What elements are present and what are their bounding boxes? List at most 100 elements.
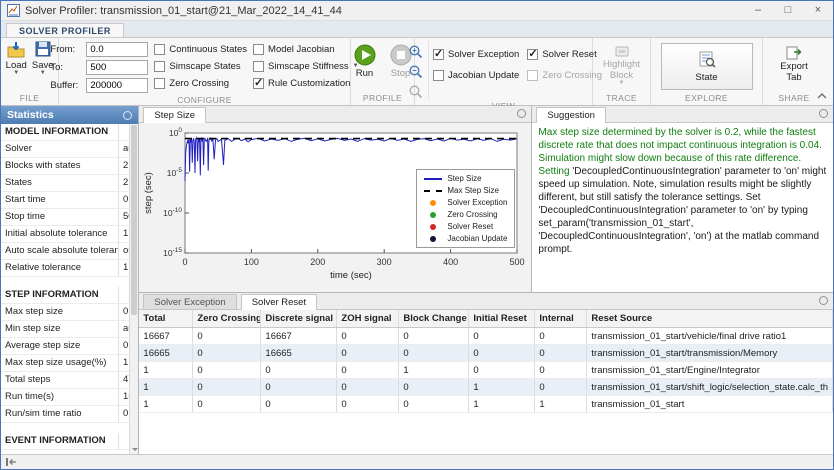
window-title: Solver Profiler: transmission_01_start@2…	[25, 5, 743, 17]
chart-area: 010020030040050010010-510-1010-15time (s…	[139, 123, 531, 292]
maximize-button[interactable]: □	[773, 1, 803, 20]
stats-row[interactable]: Total steps47329	[1, 372, 129, 389]
tab-step-size[interactable]: Step Size	[143, 107, 206, 123]
svg-text:100: 100	[244, 257, 259, 267]
legend-label: Solver Reset	[447, 222, 493, 231]
tab-solver-profiler[interactable]: SOLVER PROFILER	[6, 23, 124, 37]
step-size-panel-menu-icon[interactable]	[517, 109, 526, 118]
statistics-scrollbar[interactable]	[129, 124, 138, 454]
stats-section-header[interactable]: EVENT INFORMATION	[1, 433, 129, 450]
stat-value: on	[119, 243, 129, 259]
fit-view-button[interactable]	[407, 83, 424, 100]
checkbox-view-solver-exception[interactable]: ✓ Solver Exception	[433, 49, 519, 60]
reset-cell: transmission_01_start/vehicle/final driv…	[587, 328, 833, 344]
stat-label: Min step size	[1, 321, 119, 337]
minimize-button[interactable]: –	[743, 1, 773, 20]
svg-text:400: 400	[444, 257, 459, 267]
reset-cell: 0	[399, 328, 469, 344]
stats-row[interactable]: Stop time500	[1, 209, 129, 226]
tab-solver-reset[interactable]: Solver Reset	[241, 294, 317, 310]
checkbox-model-jacobian[interactable]: Model Jacobian	[253, 44, 359, 55]
stats-row[interactable]: Max step size usage(%)1.64	[1, 355, 129, 372]
checkbox-zero-crossing[interactable]: Zero Crossing	[154, 78, 247, 89]
stats-row[interactable]: Run/sim time ratio0.03	[1, 406, 129, 423]
reset-col-header[interactable]: Zero Crossing	[193, 310, 261, 327]
buffer-label: Buffer:	[50, 80, 83, 91]
tab-suggestion[interactable]: Suggestion	[536, 107, 606, 123]
reset-cell: 0	[535, 362, 587, 378]
reset-cell: 0	[193, 396, 261, 412]
stats-row[interactable]: Relative tolerance1.00e-03	[1, 260, 129, 277]
checkbox-rule-customization[interactable]: ✓ Rule Customization	[253, 78, 359, 89]
stat-label: Initial absolute tolerance	[1, 226, 119, 242]
stat-label: Max step size usage(%)	[1, 355, 119, 371]
reset-col-header[interactable]: Block Change	[399, 310, 469, 327]
stats-row[interactable]: Initial absolute tolerance1.00e-06	[1, 226, 129, 243]
to-input[interactable]	[86, 60, 148, 75]
checkbox-label: Solver Reset	[542, 49, 596, 60]
step-size-tabbar: Step Size	[139, 106, 531, 123]
scrollbar-thumb[interactable]	[131, 125, 137, 315]
zoom-out-button[interactable]	[407, 63, 424, 80]
reset-table-row[interactable]: 166670166670000transmission_01_start/veh…	[139, 328, 833, 345]
stat-value: 0	[119, 192, 129, 208]
suggestion-text: Max step size determined by the solver i…	[532, 123, 833, 259]
reset-cell: 1	[139, 396, 193, 412]
stats-row[interactable]: Min step sizeauto	[1, 321, 129, 338]
state-button[interactable]: State	[661, 43, 753, 90]
load-button[interactable]: Load ▼	[4, 41, 29, 92]
reset-table-row[interactable]: 1000010transmission_01_start/shift_logic…	[139, 379, 833, 396]
stats-section-header[interactable]: STEP INFORMATION	[1, 287, 129, 304]
stats-row[interactable]: Average step size0.01	[1, 338, 129, 355]
reset-cell: 0	[399, 396, 469, 412]
reset-table-row[interactable]: 1000100transmission_01_start/Engine/Inte…	[139, 362, 833, 379]
stats-section-header[interactable]: MODEL INFORMATION	[1, 124, 129, 141]
reset-table-row[interactable]: 1000011transmission_01_start	[139, 396, 833, 413]
reset-cell: transmission_01_start/transmission/Memor…	[587, 345, 833, 361]
zoom-out-icon	[408, 64, 423, 79]
state-icon	[698, 51, 716, 69]
reset-cell: 0	[261, 379, 337, 395]
checkbox-box	[154, 61, 165, 72]
suggestion-panel-menu-icon[interactable]	[819, 109, 828, 118]
checkbox-simscape-stiffness[interactable]: Simscape Stiffness ▼	[253, 61, 359, 72]
buffer-input[interactable]	[86, 78, 148, 93]
legend-item: Jacobian Update	[424, 233, 507, 244]
export-tab-button[interactable]: Export Tab	[772, 41, 816, 92]
legend-item: Step Size	[424, 173, 507, 184]
stats-row[interactable]: Run time(s)15.30	[1, 389, 129, 406]
reset-col-header[interactable]: Reset Source	[587, 310, 833, 327]
zoom-in-button[interactable]	[407, 43, 424, 60]
legend-item: Max Step Size	[424, 185, 507, 196]
reset-col-header[interactable]: Initial Reset	[469, 310, 535, 327]
reset-cell: 1	[399, 362, 469, 378]
stats-row[interactable]: Start time0	[1, 192, 129, 209]
checkbox-view-solver-reset[interactable]: ✓ Solver Reset	[527, 49, 602, 60]
window-controls: – □ ×	[743, 1, 833, 20]
run-button[interactable]: Run	[352, 44, 378, 79]
reset-col-header[interactable]: Internal	[535, 310, 587, 327]
reset-cell: 0	[337, 396, 399, 412]
collapse-left-pane-icon[interactable]	[5, 457, 17, 467]
checkbox-simscape-states[interactable]: Simscape States	[154, 61, 247, 72]
scrollbar-down-arrow-icon[interactable]	[130, 444, 139, 454]
stat-value: 0.03	[119, 304, 129, 320]
checkbox-continuous-states[interactable]: Continuous States	[154, 44, 247, 55]
statistics-panel-menu-icon[interactable]	[123, 111, 132, 120]
tab-solver-exception[interactable]: Solver Exception	[143, 294, 236, 309]
collapse-ribbon-button[interactable]	[815, 90, 829, 102]
reset-panel-menu-icon[interactable]	[819, 296, 828, 305]
reset-col-header[interactable]: Total	[139, 310, 193, 327]
stats-row[interactable]: Blocks with states2	[1, 158, 129, 175]
stats-row[interactable]: Solverauto(ode15s)	[1, 141, 129, 158]
stats-row[interactable]: States2	[1, 175, 129, 192]
reset-col-header[interactable]: ZOH signal	[337, 310, 399, 327]
from-input[interactable]	[86, 42, 148, 57]
reset-col-header[interactable]: Discrete signal	[261, 310, 337, 327]
close-button[interactable]: ×	[803, 1, 833, 20]
reset-table-row[interactable]: 166650166650000transmission_01_start/tra…	[139, 345, 833, 362]
stats-row[interactable]: Auto scale absolute toleran...on	[1, 243, 129, 260]
checkbox-view-jacobian-update[interactable]: Jacobian Update	[433, 70, 519, 81]
stats-row[interactable]: Max step size0.03	[1, 304, 129, 321]
stat-value: auto	[119, 321, 129, 337]
